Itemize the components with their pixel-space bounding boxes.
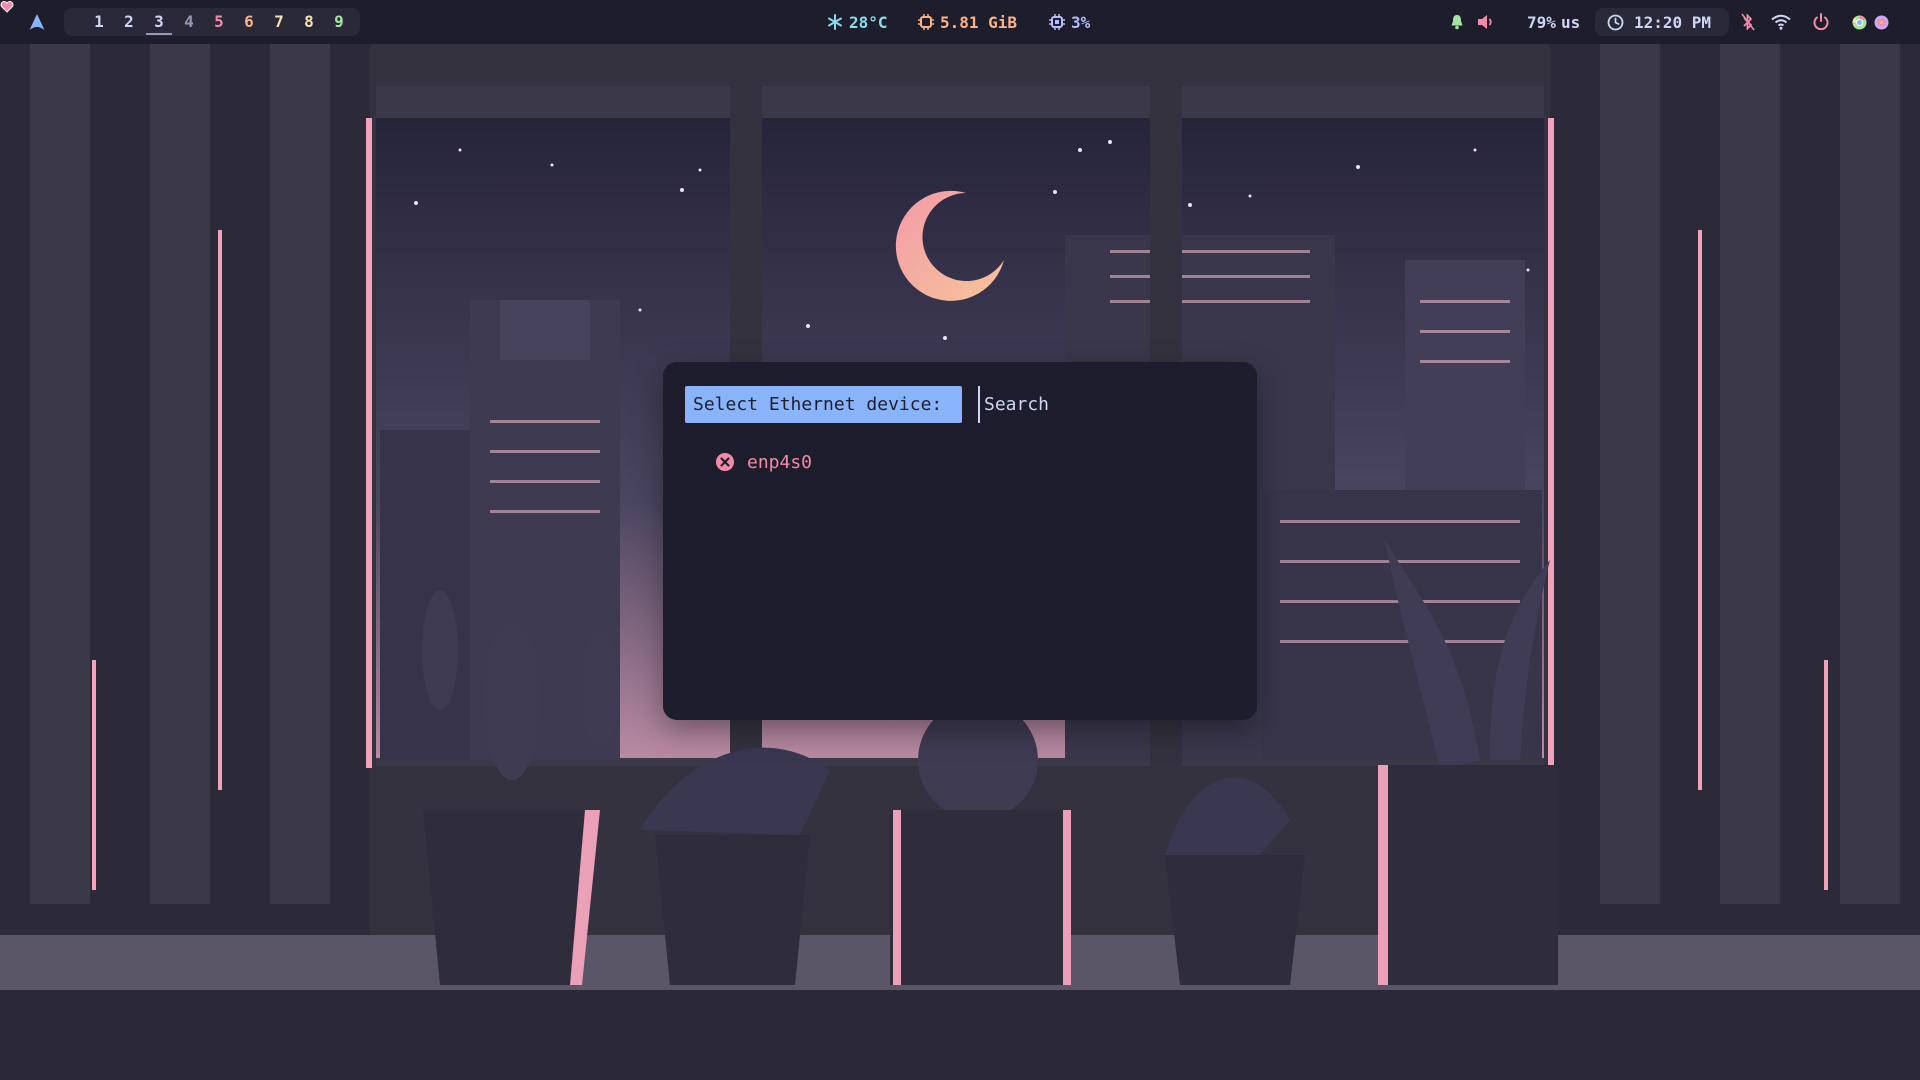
volume-value: 79% xyxy=(1527,12,1556,32)
snowflake-icon xyxy=(828,14,842,30)
notification-button[interactable] xyxy=(1449,0,1465,44)
search-input[interactable] xyxy=(978,386,1234,423)
workspace-2[interactable]: 2 xyxy=(114,8,144,36)
memory-module[interactable]: 5.81 GiB xyxy=(918,0,1017,44)
volume-module[interactable]: 79% xyxy=(1477,0,1556,44)
workspace-7[interactable]: 7 xyxy=(264,8,294,36)
clock-module[interactable]: 12:20 PM xyxy=(1595,8,1729,36)
workspace-1[interactable]: 1 xyxy=(84,8,114,36)
wifi-button[interactable] xyxy=(1771,0,1791,44)
temperature-module[interactable]: 28°C xyxy=(827,0,888,44)
workspace-4[interactable]: 4 xyxy=(174,8,204,36)
workspace-switcher: 123456789 xyxy=(64,8,360,36)
power-icon xyxy=(1813,13,1829,31)
workspace-6[interactable]: 6 xyxy=(234,8,264,36)
top-bar: 123456789 28°C 5.81 GiB 3% 7 9% us 12:20 … xyxy=(0,0,1920,44)
workspace-5[interactable]: 5 xyxy=(204,8,234,36)
workspace-3[interactable]: 3 xyxy=(144,8,174,36)
close-circle-icon xyxy=(716,453,734,471)
chrome-icon xyxy=(1852,15,1867,29)
clock-value: 12:20 PM xyxy=(1634,12,1712,32)
workspace-9[interactable]: 9 xyxy=(324,8,354,36)
arch-logo-icon[interactable] xyxy=(28,13,46,31)
workspace-8[interactable]: 8 xyxy=(294,8,324,36)
dialog-prompt: Select Ethernet device: xyxy=(685,386,962,423)
cpu-module[interactable]: 3% xyxy=(1049,0,1090,44)
wifi-icon xyxy=(1771,14,1791,30)
cpu-value: 3% xyxy=(1071,12,1091,32)
power-button[interactable] xyxy=(1812,0,1830,44)
list-item-enp4s0[interactable]: enp4s0 xyxy=(715,448,812,476)
bell-icon xyxy=(1451,15,1463,30)
heart-icon xyxy=(0,1,14,13)
keyboard-layout-value: us xyxy=(1561,12,1581,32)
bluetooth-button[interactable] xyxy=(1741,0,1755,44)
tray-app-2[interactable] xyxy=(1874,0,1889,44)
keyboard-layout[interactable]: us xyxy=(1561,0,1580,44)
speaker-icon xyxy=(1478,15,1492,29)
tray-app-1[interactable] xyxy=(1852,0,1867,44)
list-item-label: enp4s0 xyxy=(747,451,813,473)
cpu-icon xyxy=(1049,14,1065,30)
temperature-value: 28°C xyxy=(849,12,888,32)
app-tray-icon xyxy=(1874,15,1889,29)
bluetooth-off-icon xyxy=(1741,13,1755,31)
memory-chip-icon xyxy=(918,14,934,30)
clock-icon xyxy=(1607,14,1624,30)
ethernet-device-selector: Select Ethernet device: enp4s0 xyxy=(663,362,1257,720)
memory-value: 5.81 GiB xyxy=(940,12,1018,32)
